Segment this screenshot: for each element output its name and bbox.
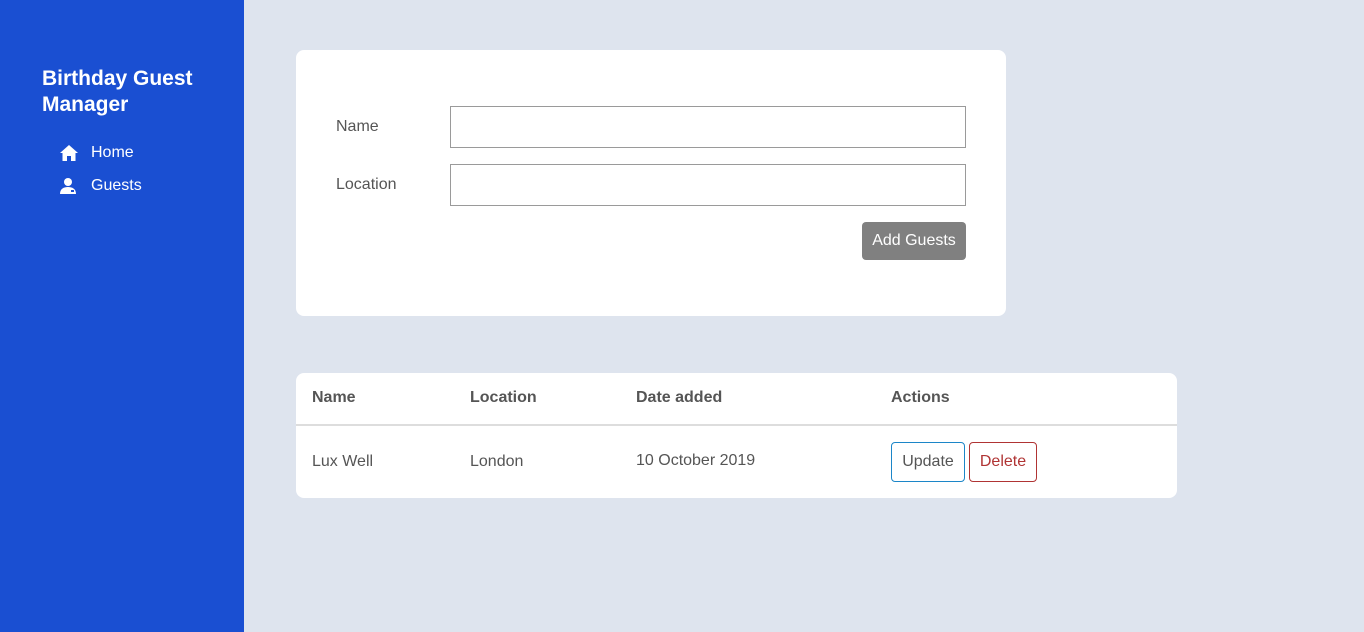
update-button[interactable]: Update [891, 442, 965, 482]
column-header-date-added: Date added [636, 389, 723, 406]
app-title: Birthday Guest Manager [42, 67, 193, 116]
guest-name-cell: Lux Well [312, 453, 374, 470]
sidebar-item-guests[interactable]: Guests [59, 176, 142, 196]
column-header-name: Name [312, 389, 356, 406]
delete-button[interactable]: Delete [969, 442, 1037, 482]
location-input[interactable] [450, 164, 966, 206]
home-icon [59, 143, 79, 163]
name-label: Name [336, 118, 379, 135]
sidebar-item-label: Home [91, 144, 134, 161]
add-guests-button[interactable]: Add Guests [862, 222, 966, 260]
guest-date-cell: 10 October 2019 [636, 452, 756, 469]
sidebar: Birthday Guest Manager Home Guests [0, 0, 244, 632]
add-guest-form: Name Location Add Guests [296, 50, 1006, 316]
user-icon [59, 176, 79, 196]
sidebar-item-home[interactable]: Home [59, 143, 134, 163]
guests-table: Name Location Date added Actions Lux Wel… [296, 373, 1177, 498]
column-header-actions: Actions [891, 389, 950, 406]
name-input[interactable] [450, 106, 966, 148]
guest-location-cell: London [470, 453, 524, 470]
sidebar-item-label: Guests [91, 177, 142, 194]
location-label: Location [336, 176, 397, 193]
header-divider [296, 424, 1177, 426]
column-header-location: Location [470, 389, 537, 406]
